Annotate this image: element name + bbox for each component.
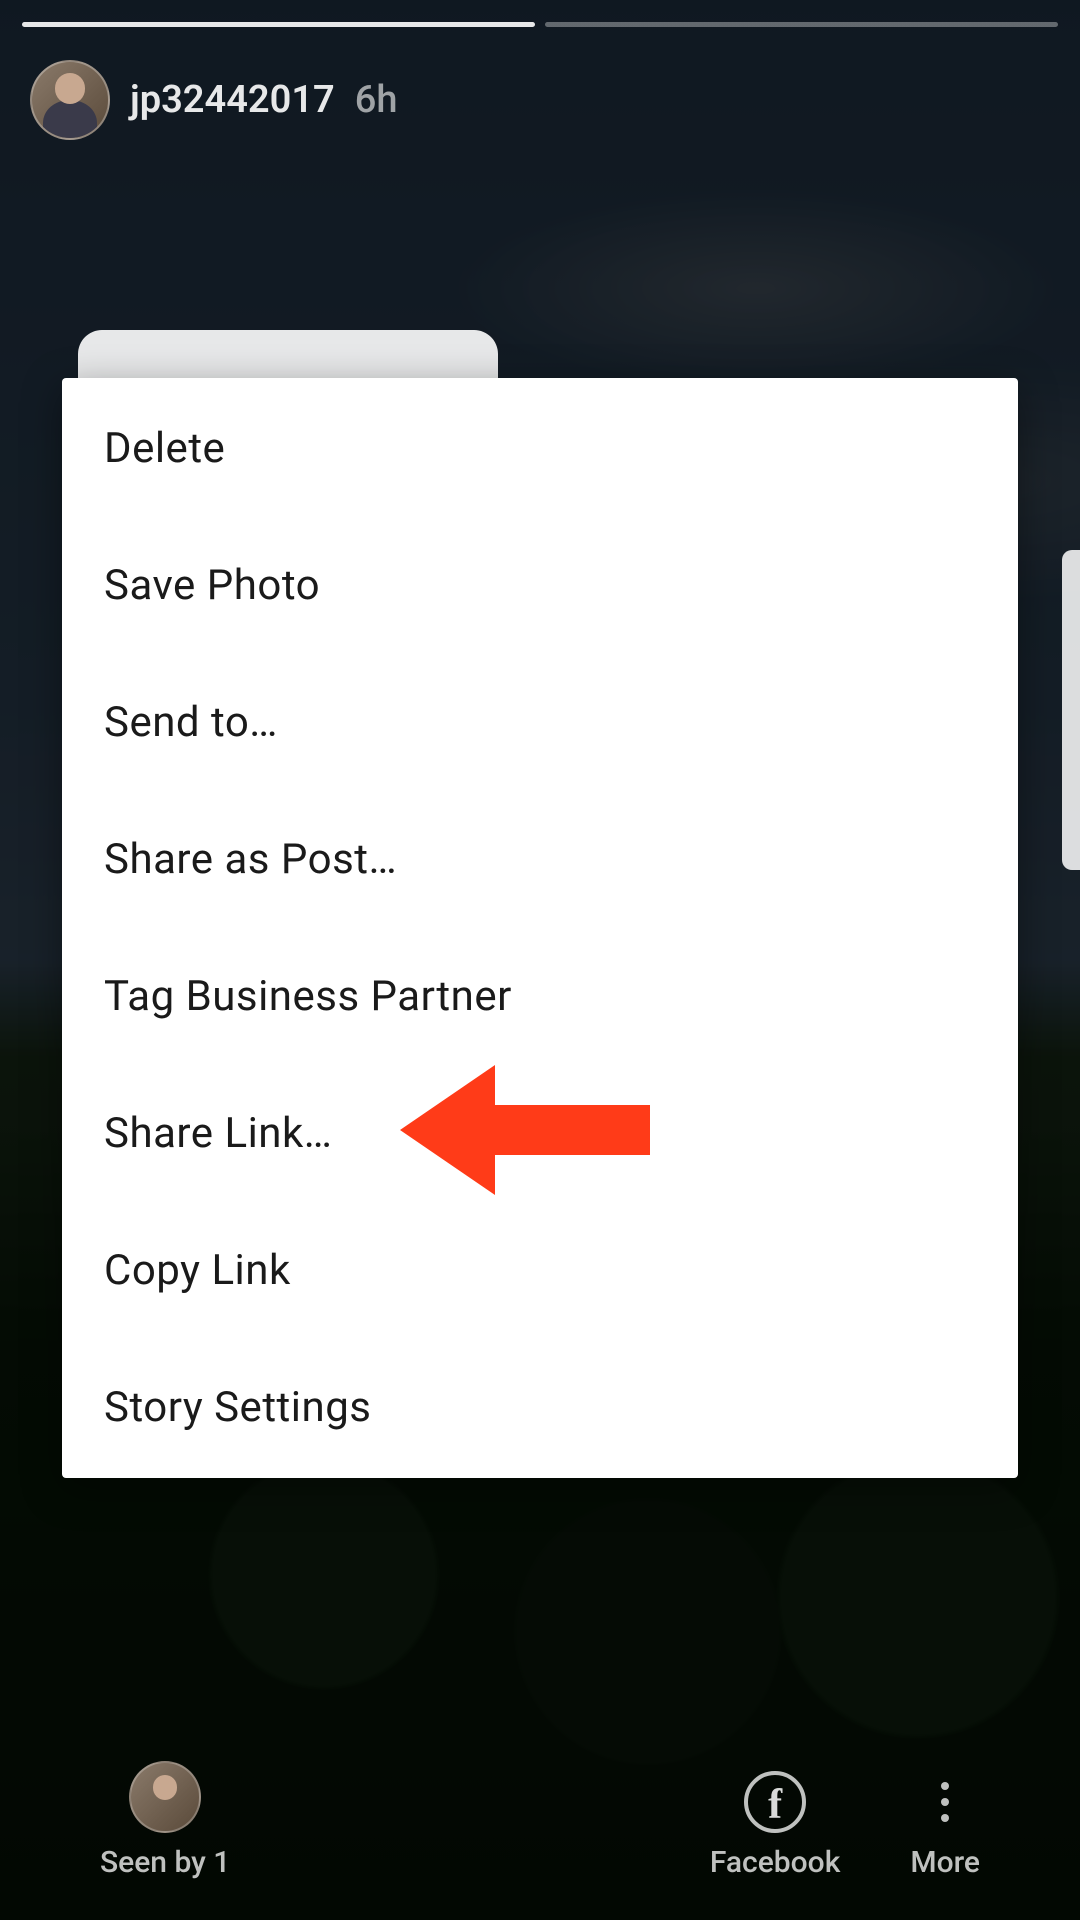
progress-segment bbox=[22, 22, 535, 27]
menu-item-story-settings[interactable]: Story Settings bbox=[62, 1339, 1018, 1462]
more-button[interactable]: More bbox=[910, 1771, 980, 1880]
avatar[interactable] bbox=[30, 60, 110, 140]
viewer-avatar bbox=[129, 1761, 201, 1833]
bottom-right-actions: f Facebook More bbox=[710, 1771, 980, 1880]
timestamp-label: 6h bbox=[355, 78, 398, 122]
more-icon bbox=[914, 1771, 976, 1833]
username-label[interactable]: jp32442017 bbox=[130, 78, 335, 122]
facebook-share-button[interactable]: f Facebook bbox=[710, 1771, 840, 1880]
facebook-icon: f bbox=[744, 1771, 806, 1833]
progress-segment bbox=[545, 22, 1058, 27]
menu-item-share-as-post[interactable]: Share as Post… bbox=[62, 791, 1018, 928]
menu-item-tag-business-partner[interactable]: Tag Business Partner bbox=[62, 928, 1018, 1065]
story-header[interactable]: jp32442017 6h bbox=[30, 60, 397, 140]
menu-item-copy-link[interactable]: Copy Link bbox=[62, 1202, 1018, 1339]
menu-item-share-link[interactable]: Share Link… bbox=[62, 1065, 1018, 1202]
facebook-label: Facebook bbox=[710, 1845, 840, 1880]
more-label: More bbox=[910, 1845, 980, 1880]
story-progress-bars bbox=[22, 22, 1058, 27]
edge-peek bbox=[1062, 550, 1080, 870]
story-bottom-bar: Seen by 1 f Facebook More bbox=[0, 1761, 1080, 1880]
menu-item-delete[interactable]: Delete bbox=[62, 394, 1018, 517]
seen-by-label: Seen by 1 bbox=[100, 1845, 230, 1880]
menu-item-save-photo[interactable]: Save Photo bbox=[62, 517, 1018, 654]
menu-item-send-to[interactable]: Send to… bbox=[62, 654, 1018, 791]
story-options-menu: Delete Save Photo Send to… Share as Post… bbox=[62, 378, 1018, 1478]
seen-by-button[interactable]: Seen by 1 bbox=[100, 1761, 230, 1880]
username-row: jp32442017 6h bbox=[130, 78, 397, 122]
